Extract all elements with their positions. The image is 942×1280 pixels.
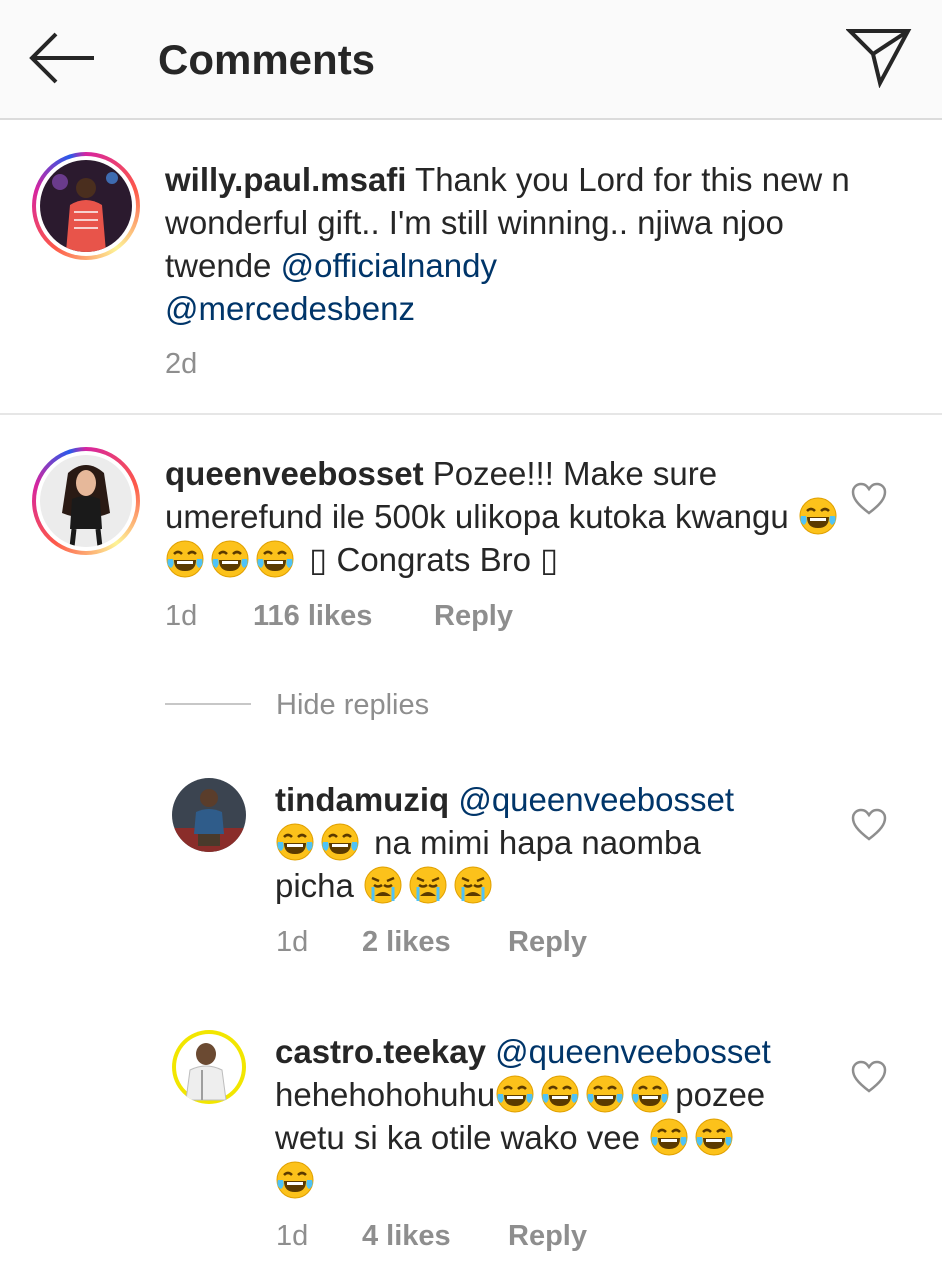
laughing-tears-emoji xyxy=(540,1074,580,1114)
avatar-tindamuziq[interactable] xyxy=(172,778,246,852)
reply-button[interactable]: Reply xyxy=(508,1220,587,1253)
crying-emoji xyxy=(408,865,448,905)
reply-body-end: wetu si ka otile wako vee xyxy=(275,1119,641,1156)
reply-likes[interactable]: 2 likes xyxy=(362,926,451,959)
laughing-tears-emoji xyxy=(275,1160,315,1200)
reply-username[interactable]: tindamuziq xyxy=(275,781,449,818)
crying-emoji xyxy=(453,865,493,905)
heart-icon[interactable] xyxy=(851,1060,887,1094)
reply-username[interactable]: castro.teekay xyxy=(275,1033,486,1070)
reply-button[interactable]: Reply xyxy=(434,600,513,633)
laughing-tears-emoji xyxy=(585,1074,625,1114)
caption-text: willy.paul.msafi Thank you Lord for this… xyxy=(165,158,885,330)
reply-time: 1d xyxy=(276,926,309,958)
avatar-castro-teekay[interactable] xyxy=(172,1030,246,1104)
reply-text: tindamuziq @queenveebosset na mimi hapa … xyxy=(275,778,835,907)
mention-queenveebosset[interactable]: @queenveebosset xyxy=(458,781,734,818)
laughing-tears-emoji xyxy=(630,1074,670,1114)
comment-body-end: ▯ Congrats Bro ▯ xyxy=(309,541,559,578)
comment-likes[interactable]: 116 likes xyxy=(253,600,372,633)
caption-time: 2d xyxy=(165,348,198,380)
reply-time: 1d xyxy=(276,1220,309,1252)
reply-body: hehehohohuhu xyxy=(275,1076,496,1113)
crying-emoji xyxy=(363,865,403,905)
reply-button[interactable]: Reply xyxy=(508,926,587,959)
comment-username[interactable]: queenveebosset xyxy=(165,455,424,492)
page-title: Comments xyxy=(158,36,376,83)
avatar-willy-paul[interactable] xyxy=(40,160,132,252)
mention-officialnandy[interactable]: @officialnandy xyxy=(281,247,497,284)
laughing-tears-emoji xyxy=(320,822,360,862)
laughing-tears-emoji xyxy=(649,1117,689,1157)
divider xyxy=(0,413,942,415)
avatar-queenveebosset[interactable] xyxy=(40,455,132,547)
comment-text: queenveebosset Pozee!!! Make sure umeref… xyxy=(165,452,845,581)
caption-username[interactable]: willy.paul.msafi xyxy=(165,161,406,198)
send-icon[interactable] xyxy=(846,26,912,88)
laughing-tears-emoji xyxy=(255,539,295,579)
heart-icon[interactable] xyxy=(851,482,887,516)
laughing-tears-emoji xyxy=(210,539,250,579)
heart-icon[interactable] xyxy=(851,808,887,842)
reply-body: na mimi hapa naomba xyxy=(374,824,701,861)
comments-header: Comments xyxy=(0,0,942,120)
reply-body-mid: pozee xyxy=(675,1076,766,1113)
reply-likes[interactable]: 4 likes xyxy=(362,1220,451,1253)
comment-time: 1d xyxy=(165,600,198,632)
reply-body-end: picha xyxy=(275,867,354,904)
hide-replies-line xyxy=(165,703,251,705)
hide-replies-button[interactable]: Hide replies xyxy=(276,689,429,722)
back-arrow-icon[interactable] xyxy=(28,30,98,86)
mention-mercedesbenz[interactable]: @mercedesbenz xyxy=(165,290,415,327)
laughing-tears-emoji xyxy=(275,822,315,862)
laughing-tears-emoji xyxy=(798,496,838,536)
laughing-tears-emoji xyxy=(165,539,205,579)
laughing-tears-emoji xyxy=(495,1074,535,1114)
laughing-tears-emoji xyxy=(694,1117,734,1157)
mention-queenveebosset[interactable]: @queenveebosset xyxy=(495,1033,771,1070)
reply-text: castro.teekay @queenveebosset hehehohohu… xyxy=(275,1030,835,1202)
